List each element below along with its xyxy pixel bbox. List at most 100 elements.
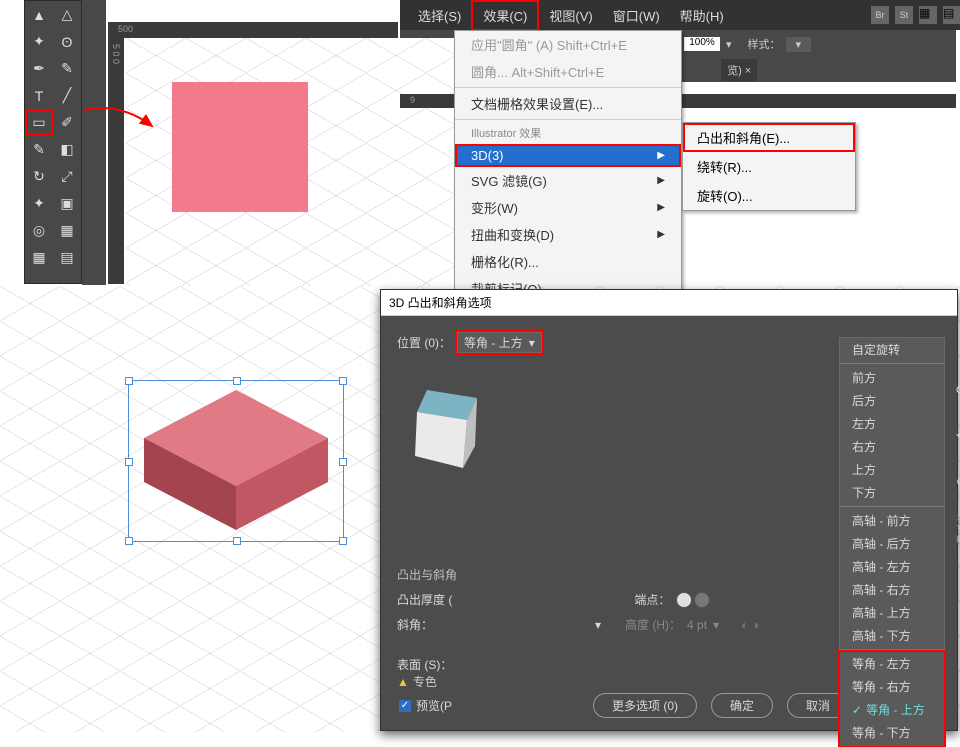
result-3d-object[interactable] (128, 380, 344, 542)
pos-iso-left[interactable]: 等角 - 左方 (840, 652, 944, 675)
menu-label: SVG 滤镜(G) (471, 171, 547, 190)
pos-off-right[interactable]: 高轴 - 右方 (840, 578, 944, 601)
pos-front[interactable]: 前方 (840, 366, 944, 389)
handle[interactable] (339, 377, 347, 385)
menu-svg-filters[interactable]: SVG 滤镜(G)▶ (455, 167, 681, 194)
tool-rotate[interactable]: ↻ (25, 163, 53, 190)
pos-right[interactable]: 右方 (840, 435, 944, 458)
pos-top[interactable]: 上方 (840, 458, 944, 481)
pos-bottom[interactable]: 下方 (840, 481, 944, 504)
pos-off-front[interactable]: 高轴 - 前方 (840, 509, 944, 532)
doc-tab-2[interactable]: 览) × (721, 59, 757, 81)
handle[interactable] (339, 537, 347, 545)
style-select[interactable]: ▾ (786, 37, 812, 52)
menu-label: 变形(W) (471, 198, 518, 217)
tool-scale[interactable]: ⤢ (53, 163, 81, 190)
handle[interactable] (233, 537, 241, 545)
pos-off-back[interactable]: 高轴 - 后方 (840, 532, 944, 555)
tool-width[interactable]: ✦ (25, 190, 53, 217)
handle[interactable] (125, 537, 133, 545)
tool-shaper[interactable]: ✎ (25, 136, 53, 163)
tool-curvature[interactable]: ✎ (53, 55, 81, 82)
checkbox-checked-icon: ✓ (399, 700, 411, 712)
ext-icon-st[interactable]: St (895, 6, 913, 24)
tool-line[interactable]: ╱ (53, 82, 81, 109)
position-label: 位置 (0)： (397, 334, 451, 351)
submenu-revolve[interactable]: 绕转(R)... (683, 152, 855, 181)
pos-iso-top-label: 等角 - 上方 (866, 703, 925, 717)
pink-rectangle[interactable] (172, 82, 308, 212)
pos-custom[interactable]: 自定旋转 (840, 338, 944, 361)
submenu-extrude-bevel[interactable]: 凸出和斜角(E)... (683, 123, 855, 152)
perspective-label: 透视 (R)： (956, 512, 960, 546)
ext-icon-menu[interactable]: ▤ (943, 6, 960, 24)
tool-gradient[interactable]: ▤ (53, 244, 81, 271)
chevron-down-icon[interactable]: ▾ (726, 38, 732, 51)
menu-effect[interactable]: 效果(C) (471, 0, 539, 31)
style-label: 样式： (748, 36, 781, 52)
cap-on-icon[interactable] (676, 592, 692, 608)
pos-iso-top[interactable]: ✓等角 - 上方 (840, 698, 944, 721)
menu-rasterize[interactable]: 栅格化(R)... (455, 248, 681, 275)
menu-distort[interactable]: 扭曲和变换(D)▶ (455, 221, 681, 248)
handle[interactable] (233, 377, 241, 385)
handle[interactable] (339, 458, 347, 466)
cap-off-icon[interactable] (694, 592, 710, 608)
opacity-value[interactable]: 100% (684, 37, 720, 51)
height-label: 高度 (H)： (625, 616, 681, 633)
menu-help[interactable]: 帮助(H) (670, 2, 734, 29)
tool-type[interactable]: T (25, 82, 53, 109)
tool-rectangle[interactable]: ▭ (25, 109, 53, 136)
pos-off-left[interactable]: 高轴 - 左方 (840, 555, 944, 578)
menu-doc-raster[interactable]: 文档栅格效果设置(E)... (455, 90, 681, 117)
chevron-down-icon[interactable]: ▾ (595, 618, 601, 632)
menu-select[interactable]: 选择(S) (408, 2, 471, 29)
warning-icon: ▲ (397, 675, 409, 689)
iso-group-highlight: 等角 - 左方 等角 - 右方 ✓等角 - 上方 等角 - 下方 (840, 652, 944, 746)
3d-preview-cube[interactable] (413, 386, 481, 472)
pos-left[interactable]: 左方 (840, 412, 944, 435)
menu-window[interactable]: 窗口(W) (603, 2, 670, 29)
menu-view[interactable]: 视图(V) (539, 2, 602, 29)
pos-back[interactable]: 后方 (840, 389, 944, 412)
surface-label: 表面 (S)： (397, 656, 452, 673)
tool-selection[interactable]: ▲ (25, 1, 53, 28)
ext-icon-grid[interactable]: ▦ (919, 6, 937, 24)
toolbox-flyout (82, 0, 106, 285)
pos-off-bottom[interactable]: 高轴 - 下方 (840, 624, 944, 647)
pos-iso-right[interactable]: 等角 - 右方 (840, 675, 944, 698)
tool-direct-selection[interactable]: △ (53, 1, 81, 28)
extrude-block: 凸出与斜角 凸出厚度 ( 端点： 斜角： ▾ 高度 (H)： 4 pt ▾ (397, 566, 759, 641)
tool-eraser[interactable]: ◧ (53, 136, 81, 163)
chevron-right-icon: ▶ (657, 229, 665, 240)
tool-wand[interactable]: ✦ (25, 28, 53, 55)
tool-free-transform[interactable]: ▣ (53, 190, 81, 217)
position-value: 等角 - 上方 (464, 334, 523, 351)
pos-off-top[interactable]: 高轴 - 上方 (840, 601, 944, 624)
preview-checkbox[interactable]: ✓预览(P (399, 697, 452, 714)
menu-warp[interactable]: 变形(W)▶ (455, 194, 681, 221)
menu-3d[interactable]: 3D(3)▶ (455, 144, 681, 167)
tool-lasso[interactable]: ʘ (53, 28, 81, 55)
tool-paintbrush[interactable]: ✐ (53, 109, 81, 136)
handle[interactable] (125, 377, 133, 385)
ruler-tick: 9 (410, 95, 415, 105)
chevron-down-icon: ▾ (713, 618, 719, 632)
menu-round-corners: 圆角... Alt+Shift+Ctrl+E (455, 58, 681, 85)
warning-text: 专色 (413, 675, 437, 689)
bounding-box (128, 380, 344, 542)
more-options-button[interactable]: 更多选项 (0) (593, 693, 697, 718)
tool-mesh[interactable]: ▦ (25, 244, 53, 271)
submenu-rotate[interactable]: 旋转(O)... (683, 181, 855, 210)
position-select[interactable]: 等角 - 上方▾ (457, 332, 542, 353)
handle[interactable] (125, 458, 133, 466)
tool-shape-builder[interactable]: ◎ (25, 217, 53, 244)
cap-toggle[interactable] (676, 592, 710, 608)
surface-block: 表面 (S)： ▲ 专色 (397, 656, 452, 690)
chevron-right-icon: ▶ (657, 150, 665, 161)
ext-icon-br[interactable]: Br (871, 6, 889, 24)
tool-perspective[interactable]: ▦ (53, 217, 81, 244)
ok-button[interactable]: 确定 (711, 693, 773, 718)
tool-pen[interactable]: ✒ (25, 55, 53, 82)
dialog-title: 3D 凸出和斜角选项 (381, 290, 957, 316)
